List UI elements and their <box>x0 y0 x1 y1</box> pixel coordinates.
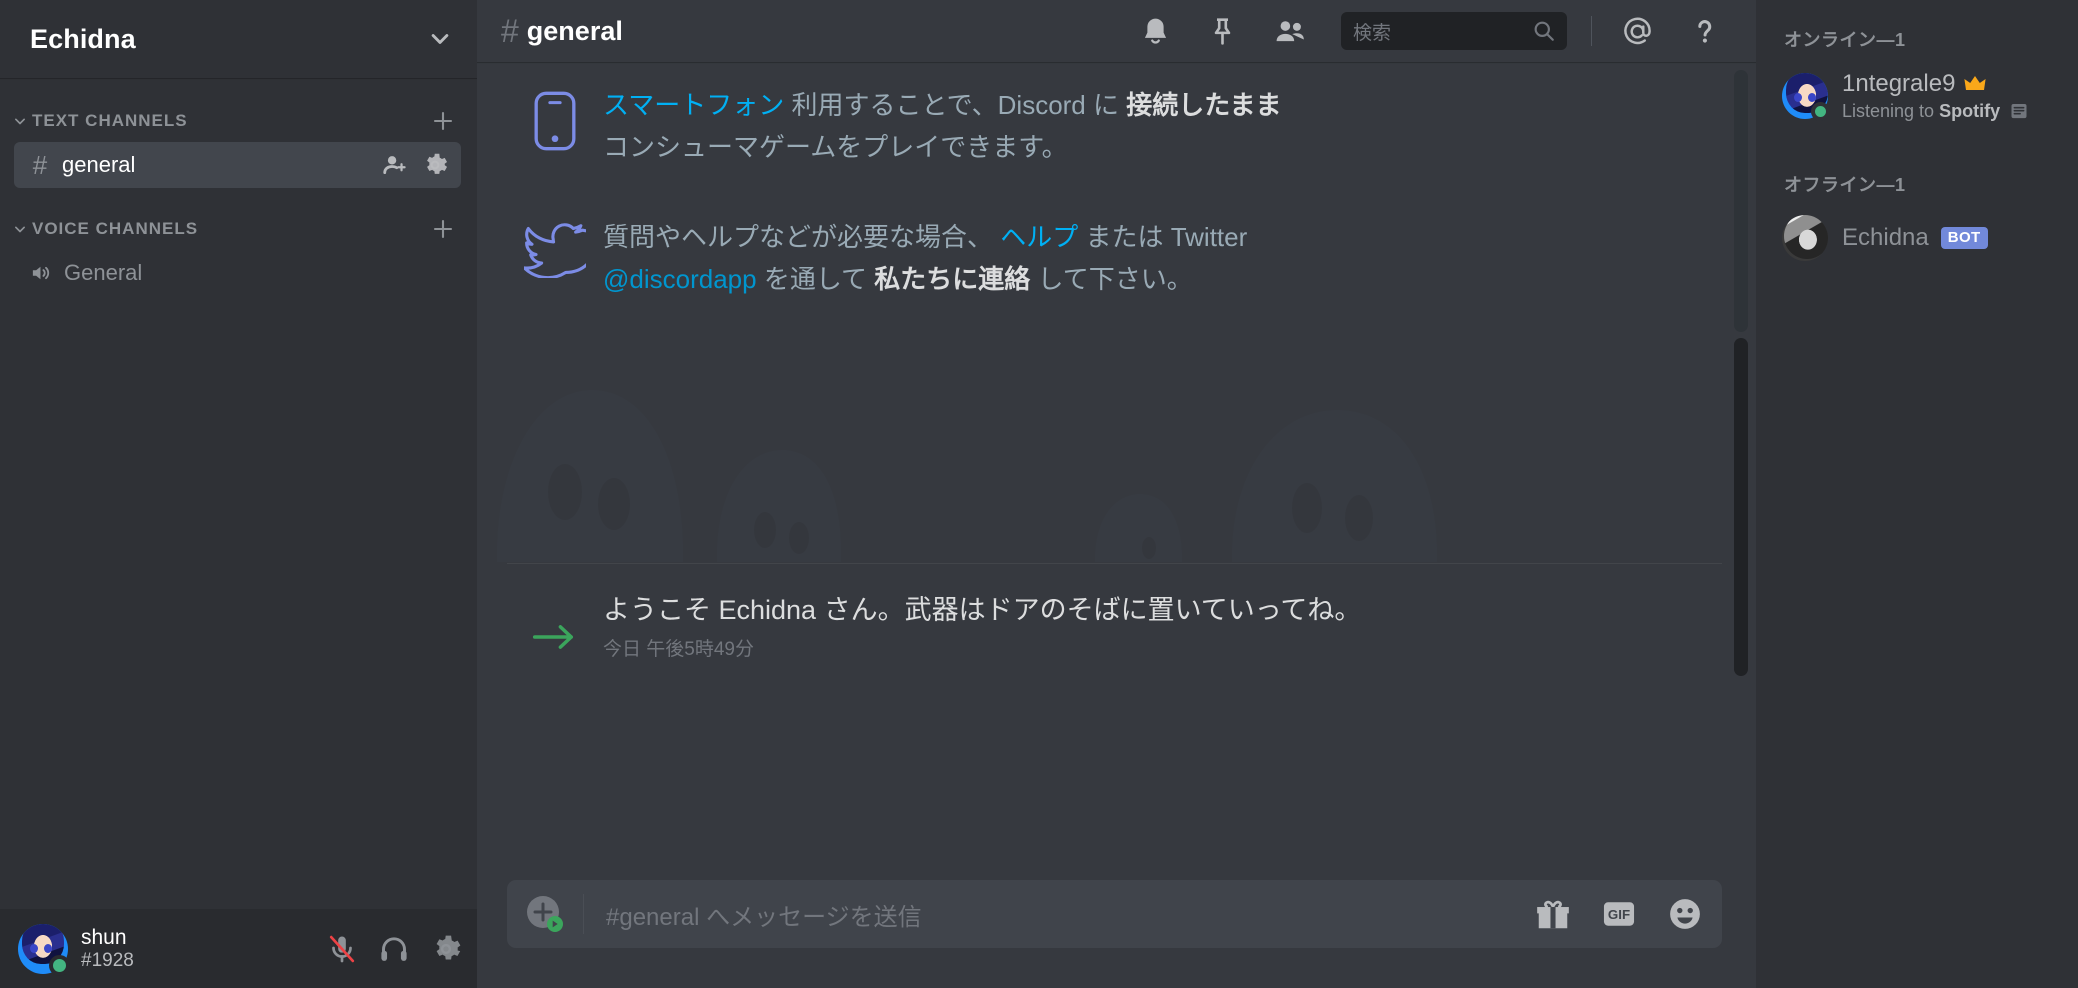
bot-badge: BOT <box>1940 227 1988 250</box>
member-info: Echidna BOT <box>1842 224 1988 252</box>
welcome-text: ようこそ Echidna さん。武器はドアのそばに置いていってね。 <box>603 595 1362 626</box>
hash-icon: # <box>501 12 519 49</box>
topbar-actions: 検索 <box>1122 12 1738 50</box>
message-timestamp: 今日 午後5時49分 <box>603 638 754 660</box>
search-placeholder: 検索 <box>1353 22 1392 44</box>
member-list: オンライン—1 1ntegrale9 Listening to Spotify <box>1756 0 2078 988</box>
status-indicator-online <box>49 954 70 976</box>
channel-name: General <box>64 260 143 285</box>
user-settings-gear-icon[interactable] <box>429 932 463 966</box>
member-name: 1ntegrale9 <box>1842 70 1956 97</box>
chevron-down-icon <box>15 118 25 125</box>
user-panel: shun #1928 <box>0 909 477 988</box>
main-content: # general 検索 スマートフォン 利用することで、Discord に 接… <box>477 0 1756 988</box>
avatar <box>1782 215 1828 262</box>
gift-icon[interactable] <box>1534 895 1572 933</box>
bell-icon[interactable] <box>1139 15 1172 48</box>
message-segment-bold: 私たちに連絡 <box>874 264 1031 295</box>
message-segment: を通して <box>756 264 875 295</box>
avatar[interactable] <box>18 923 70 976</box>
message-segment-link[interactable]: ヘルプ <box>1000 222 1078 252</box>
discord-app: Echidna TEXT CHANNELS # general VOICE CH… <box>0 0 2078 988</box>
message-segment-bold: 接続したまま <box>1126 90 1282 120</box>
headphones-icon[interactable] <box>377 932 411 966</box>
create-invite-icon[interactable] <box>381 151 409 179</box>
composer-wrapper: #general へメッセージを送信 GIF <box>477 880 1756 988</box>
plus-circle-icon[interactable] <box>507 893 583 935</box>
message-composer[interactable]: #general へメッセージを送信 GIF <box>507 880 1722 948</box>
channel-sidebar: Echidna TEXT CHANNELS # general VOICE CH… <box>0 0 477 988</box>
at-icon[interactable] <box>1621 15 1654 48</box>
category-label: TEXT CHANNELS <box>32 111 188 130</box>
user-identity[interactable]: shun #1928 <box>81 926 307 971</box>
member-name: Echidna <box>1842 224 1929 252</box>
message-segment-mention[interactable]: @discordapp <box>603 264 757 294</box>
welcome-message: ようこそ Echidna さん。武器はドアのそばに置いていってね。 今日 午後5… <box>507 592 1722 660</box>
category-text-channels[interactable]: TEXT CHANNELS <box>0 102 477 140</box>
arrow-right-icon <box>507 592 603 654</box>
plus-icon[interactable] <box>431 109 455 133</box>
chevron-down-icon[interactable] <box>425 24 455 54</box>
message-segment: して下さい。 <box>1030 264 1193 295</box>
sidebar-channel-general[interactable]: # general <box>14 142 461 188</box>
guild-header[interactable]: Echidna <box>0 0 477 78</box>
crown-icon <box>1964 75 1987 90</box>
message-segment-link[interactable]: スマートフォン <box>603 90 784 120</box>
message-segment: 利用することで、Discord に <box>784 90 1127 120</box>
twitter-icon <box>507 216 603 279</box>
spotify-list-icon <box>2011 103 2027 119</box>
sidebar-voice-channel-general[interactable]: General <box>14 250 461 296</box>
user-name: shun <box>81 926 127 950</box>
activity-name: Spotify <box>1939 100 2001 121</box>
member-row-echidna[interactable]: Echidna BOT <box>1756 207 2078 269</box>
system-message-phone: スマートフォン 利用することで、Discord に 接続したまま コンシューマゲ… <box>507 84 1722 168</box>
status-indicator-online <box>1811 101 1830 121</box>
gif-icon[interactable]: GIF <box>1600 895 1638 933</box>
question-mark-icon[interactable] <box>1688 15 1721 48</box>
channel-settings-gear-icon[interactable] <box>421 151 449 179</box>
chevron-down-icon <box>15 226 25 233</box>
pin-icon[interactable] <box>1206 15 1239 48</box>
message-segment: 質問やヘルプなどが必要な場合、 <box>603 222 1001 253</box>
search-input[interactable]: 検索 <box>1341 12 1567 50</box>
avatar <box>1782 72 1830 121</box>
channel-name: general <box>62 152 136 177</box>
member-group-header-offline: オフライン—1 <box>1784 175 1906 196</box>
member-info: 1ntegrale9 Listening to Spotify <box>1842 70 2029 121</box>
message-segment: コンシューマゲームをプレイできます。 <box>603 132 1068 163</box>
message-text: 質問やヘルプなどが必要な場合、 ヘルプ または Twitter @discord… <box>603 216 1303 300</box>
phone-icon <box>507 84 603 152</box>
channel-title: general <box>526 15 623 46</box>
guild-name: Echidna <box>30 23 136 54</box>
activity-prefix: Listening to <box>1842 100 1935 121</box>
system-message-twitter: 質問やヘルプなどが必要な場合、 ヘルプ または Twitter @discord… <box>507 216 1722 300</box>
microphone-muted-icon[interactable] <box>325 932 359 966</box>
member-row-1ntegrale9[interactable]: 1ntegrale9 Listening to Spotify <box>1756 62 2078 129</box>
hash-icon: # <box>32 149 48 180</box>
channel-list: TEXT CHANNELS # general VOICE CHANNELS G… <box>0 78 477 909</box>
channel-topbar: # general 検索 <box>477 0 1756 62</box>
user-discriminator: #1928 <box>81 949 134 971</box>
message-text: スマートフォン 利用することで、Discord に 接続したまま コンシューマゲ… <box>603 84 1303 168</box>
message-list: スマートフォン 利用することで、Discord に 接続したまま コンシューマゲ… <box>477 84 1756 661</box>
plus-icon[interactable] <box>431 217 455 241</box>
svg-text:GIF: GIF <box>1608 907 1630 922</box>
search-icon <box>1534 21 1554 41</box>
scrollbar-thumb[interactable] <box>1734 338 1748 676</box>
divider <box>1591 16 1592 46</box>
welcome-body: ようこそ Echidna さん。武器はドアのそばに置いていってね。 今日 午後5… <box>603 592 1361 660</box>
category-label: VOICE CHANNELS <box>32 219 199 238</box>
member-activity: Listening to Spotify <box>1842 101 2029 122</box>
message-input[interactable]: #general へメッセージを送信 <box>584 897 1506 932</box>
scrollbar-track[interactable] <box>1734 70 1748 332</box>
members-icon[interactable] <box>1273 15 1306 48</box>
category-voice-channels[interactable]: VOICE CHANNELS <box>0 210 477 248</box>
message-segment: または Twitter <box>1078 222 1248 253</box>
message-scrollbar[interactable] <box>1734 70 1748 880</box>
emoji-icon[interactable] <box>1666 895 1704 933</box>
message-scroller[interactable]: スマートフォン 利用することで、Discord に 接続したまま コンシューマゲ… <box>477 62 1756 880</box>
member-group-header-online: オンライン—1 <box>1784 30 1906 50</box>
speaker-icon <box>32 266 50 280</box>
